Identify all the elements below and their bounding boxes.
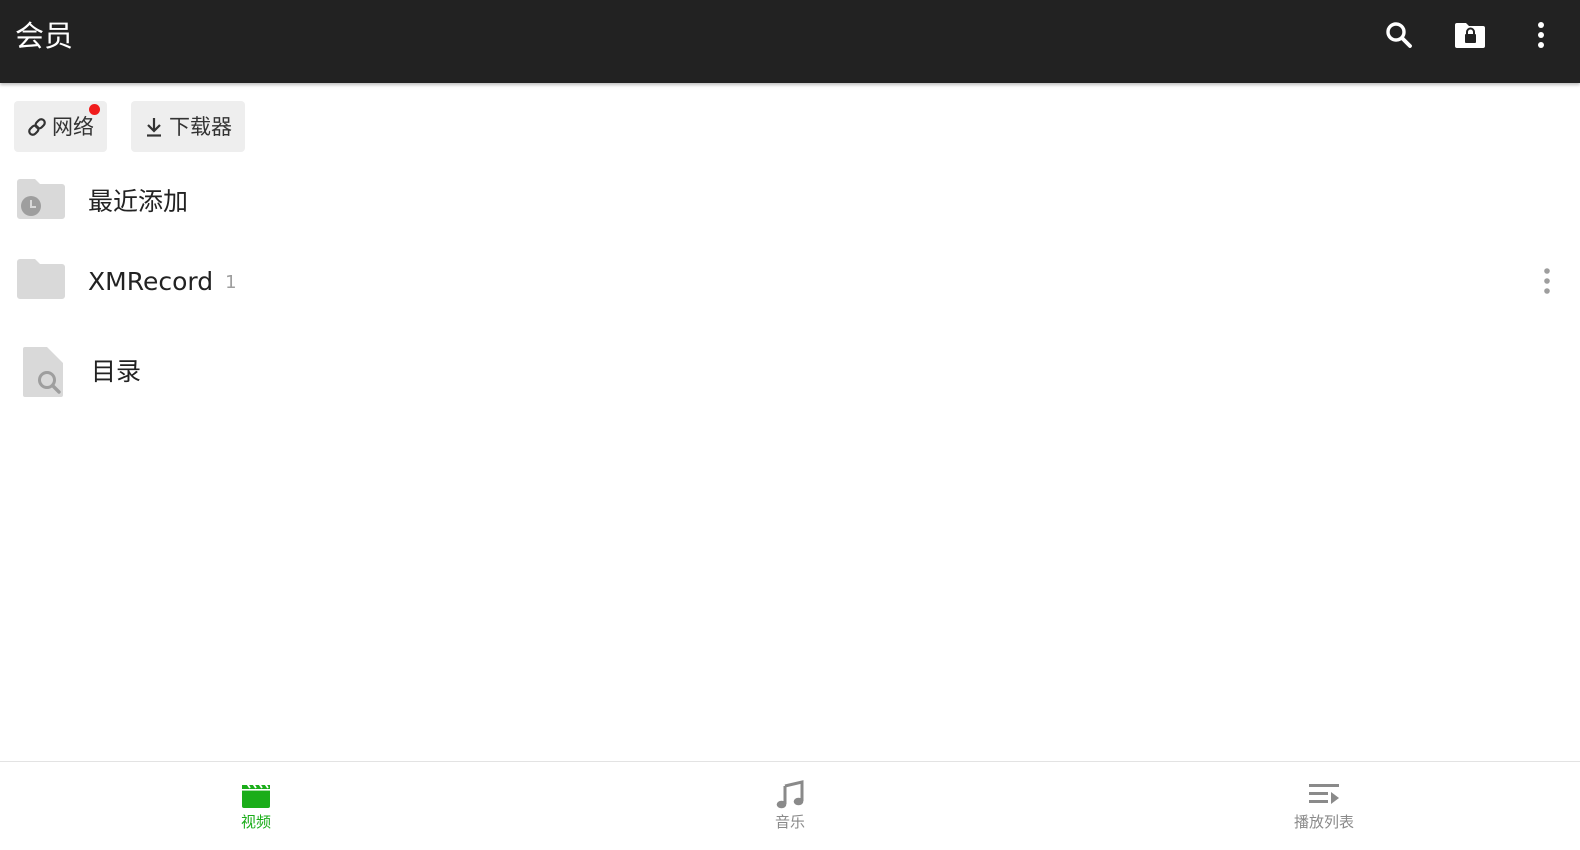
download-icon <box>142 115 166 139</box>
top-app-bar: 会员 <box>0 0 1580 83</box>
list-item-label: XMRecord 1 <box>88 265 237 300</box>
recent-folder-icon <box>16 178 66 224</box>
search-button[interactable] <box>1379 17 1419 57</box>
private-folder-button[interactable] <box>1450 17 1490 57</box>
network-chip[interactable]: 网络 <box>14 101 107 152</box>
playlist-icon <box>1308 779 1340 811</box>
tab-playlist[interactable]: 播放列表 <box>1264 762 1384 850</box>
network-chip-label: 网络 <box>52 114 94 139</box>
search-icon <box>1384 20 1414 54</box>
list-item-label: 最近添加 <box>88 187 189 216</box>
lock-folder-icon <box>1453 20 1487 54</box>
tab-label: 视频 <box>240 813 271 831</box>
downloader-chip-label: 下载器 <box>169 114 232 139</box>
folder-icon <box>16 258 66 304</box>
overflow-menu-button[interactable] <box>1521 17 1561 57</box>
folder-name: XMRecord <box>88 267 214 296</box>
more-vert-icon <box>1544 268 1550 294</box>
clapperboard-icon <box>240 779 272 811</box>
bottom-navigation: 视频 音乐 播放列表 <box>0 761 1580 850</box>
tab-label: 音乐 <box>774 813 805 831</box>
page-title: 会员 <box>15 19 74 53</box>
notification-dot <box>89 104 100 115</box>
tab-music[interactable]: 音乐 <box>730 762 850 850</box>
downloader-chip[interactable]: 下载器 <box>131 101 245 152</box>
list-item-xmrecord[interactable]: XMRecord 1 <box>0 250 1580 314</box>
tab-label: 播放列表 <box>1293 813 1354 831</box>
file-search-icon <box>22 346 64 402</box>
more-vert-icon <box>1536 20 1546 54</box>
list-item-recent[interactable]: 最近添加 <box>0 170 1580 234</box>
folder-item-count: 1 <box>225 272 237 293</box>
app-root: 会员 网络 下载器 最近添加 XMRecord 1 目录 视频 音乐 播放列表 <box>0 0 1580 850</box>
music-note-icon <box>774 779 806 811</box>
link-icon <box>25 115 49 139</box>
tab-video[interactable]: 视频 <box>196 762 316 850</box>
list-item-label: 目录 <box>91 357 142 386</box>
item-more-button[interactable] <box>1536 264 1558 298</box>
list-item-catalog[interactable]: 目录 <box>0 340 1580 406</box>
